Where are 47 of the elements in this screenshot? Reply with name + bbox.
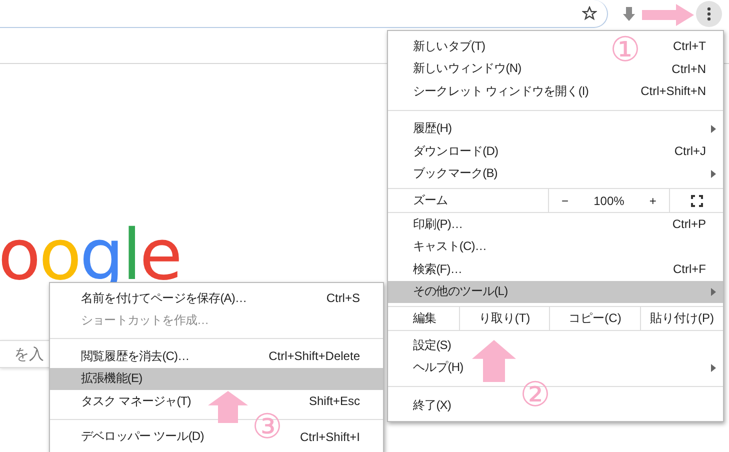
menu-item[interactable]: シークレット ウィンドウを開く(I) <box>413 82 588 100</box>
shortcut-text: Ctrl+P <box>672 217 706 232</box>
more-icon <box>707 7 711 21</box>
bookmark-star-icon[interactable] <box>582 6 597 21</box>
paste-button[interactable]: 貼り付け(P) <box>640 307 723 330</box>
annotation-arrow <box>472 340 516 382</box>
step-number: ③ <box>252 410 282 444</box>
menu-item[interactable]: 新しいタブ(T) <box>413 38 486 55</box>
zoom-in-button[interactable]: + <box>649 194 656 208</box>
annotation-arrow <box>642 4 694 26</box>
shortcut-text: Ctrl+Shift+N <box>640 84 706 98</box>
shortcut-text: Shift+Esc <box>308 394 360 408</box>
zoom-label: ズーム <box>412 192 449 209</box>
menu-item[interactable]: 新しいウィンドウ(N) <box>413 60 522 78</box>
menu-item[interactable]: ブックマーク(B) <box>413 165 498 182</box>
shortcut-text: Ctrl+Shift+I <box>300 430 360 444</box>
annotation-arrow <box>208 391 248 423</box>
menu-item[interactable]: ヘルプ(H) <box>413 359 464 376</box>
menu-item[interactable]: 設定(S) <box>413 336 451 354</box>
cut-button[interactable]: り取り(T) <box>459 307 549 330</box>
shortcut-text: Ctrl+F <box>673 262 706 276</box>
menu-item[interactable]: デベロッパー ツール(D) <box>81 428 204 446</box>
step-number: ① <box>610 33 640 67</box>
menu-item[interactable]: ダウンロード(D) <box>413 142 498 160</box>
edit-label: 編集 <box>412 310 438 327</box>
shortcut-text: Ctrl+J <box>674 144 706 158</box>
menu-item[interactable]: 履歴(H) <box>413 120 452 138</box>
menu-item[interactable]: 終了(X) <box>413 396 451 414</box>
shortcut-text: Ctrl+S <box>326 291 360 306</box>
zoom-out-button[interactable]: − <box>562 194 569 208</box>
step-number: ② <box>520 378 550 412</box>
menu-item[interactable]: 印刷(P)… <box>413 216 463 233</box>
download-icon[interactable] <box>623 6 635 22</box>
shortcut-text: Ctrl+Shift+Delete <box>268 349 360 364</box>
menu-item[interactable]: 検索(F)… <box>413 260 462 278</box>
menu-item[interactable]: タスク マネージャ(T) <box>81 392 191 410</box>
shortcut-text: Ctrl+T <box>673 39 706 54</box>
fullscreen-icon[interactable] <box>690 194 702 206</box>
menu-item[interactable]: キャスト(C)… <box>413 238 486 256</box>
menu-item[interactable]: その他のツール(L) <box>413 283 508 300</box>
menu-button[interactable] <box>696 1 722 27</box>
menu-item[interactable]: 拡張機能(E) <box>81 370 142 388</box>
shortcut-text: Ctrl+N <box>672 62 706 76</box>
menu-item[interactable]: 閲覧履歴を消去(C)… <box>81 348 190 365</box>
copy-button[interactable]: コピー(C) <box>549 307 640 330</box>
menu-item[interactable]: 名前を付けてページを保存(A)… <box>81 290 247 307</box>
zoom-level: 100% <box>594 194 624 208</box>
